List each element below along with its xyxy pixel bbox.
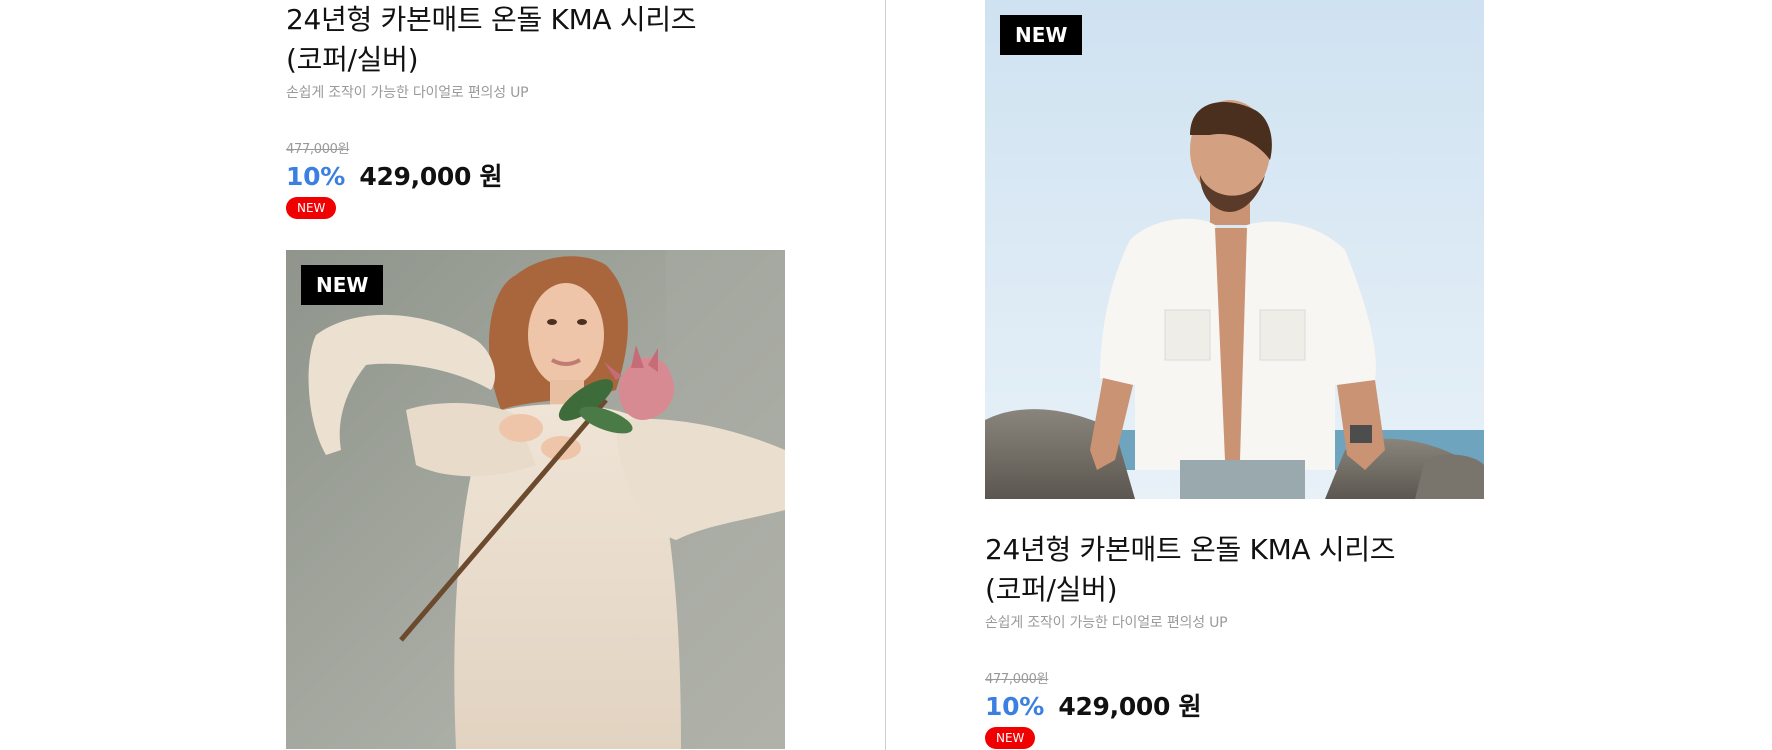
- image-new-tag: NEW: [301, 265, 384, 305]
- product-title-line2: (코퍼/실버): [985, 573, 1118, 606]
- man-photo-illustration: [985, 0, 1484, 499]
- price-row: 10% 429,000 원: [286, 161, 806, 193]
- product-image-man[interactable]: NEW: [985, 0, 1484, 499]
- product-title[interactable]: 24년형 카본매트 온돌 KMA 시리즈 (코퍼/실버): [286, 0, 806, 80]
- price-row: 10% 429,000 원: [985, 691, 1505, 723]
- new-badge: NEW: [286, 197, 337, 219]
- new-badge: NEW: [985, 727, 1036, 749]
- original-price: 477,000원: [985, 672, 1049, 687]
- product-subtitle: 손쉽게 조작이 가능한 다이얼로 편의성 UP: [985, 615, 1228, 631]
- product-card-info-right[interactable]: 24년형 카본매트 온돌 KMA 시리즈 (코퍼/실버) 손쉽게 조작이 가능한…: [985, 530, 1505, 749]
- woman-photo-illustration: [286, 250, 785, 749]
- discount-rate: 10%: [985, 692, 1044, 721]
- product-image-woman[interactable]: NEW: [286, 250, 785, 749]
- product-card-info-left[interactable]: 24년형 카본매트 온돌 KMA 시리즈 (코퍼/실버) 손쉽게 조작이 가능한…: [286, 0, 806, 219]
- product-title[interactable]: 24년형 카본매트 온돌 KMA 시리즈 (코퍼/실버): [985, 530, 1505, 610]
- product-grid: 24년형 카본매트 온돌 KMA 시리즈 (코퍼/실버) 손쉽게 조작이 가능한…: [0, 0, 1772, 750]
- sale-price: 429,000 원: [1058, 692, 1202, 721]
- discount-rate: 10%: [286, 162, 345, 191]
- product-subtitle: 손쉽게 조작이 가능한 다이얼로 편의성 UP: [286, 85, 529, 101]
- sale-price: 429,000 원: [359, 162, 503, 191]
- product-title-line2: (코퍼/실버): [286, 43, 419, 76]
- column-divider: [885, 0, 886, 750]
- product-title-line1: 24년형 카본매트 온돌 KMA 시리즈: [985, 533, 1396, 566]
- image-new-tag: NEW: [1000, 15, 1083, 55]
- original-price: 477,000원: [286, 142, 350, 157]
- product-title-line1: 24년형 카본매트 온돌 KMA 시리즈: [286, 3, 697, 36]
